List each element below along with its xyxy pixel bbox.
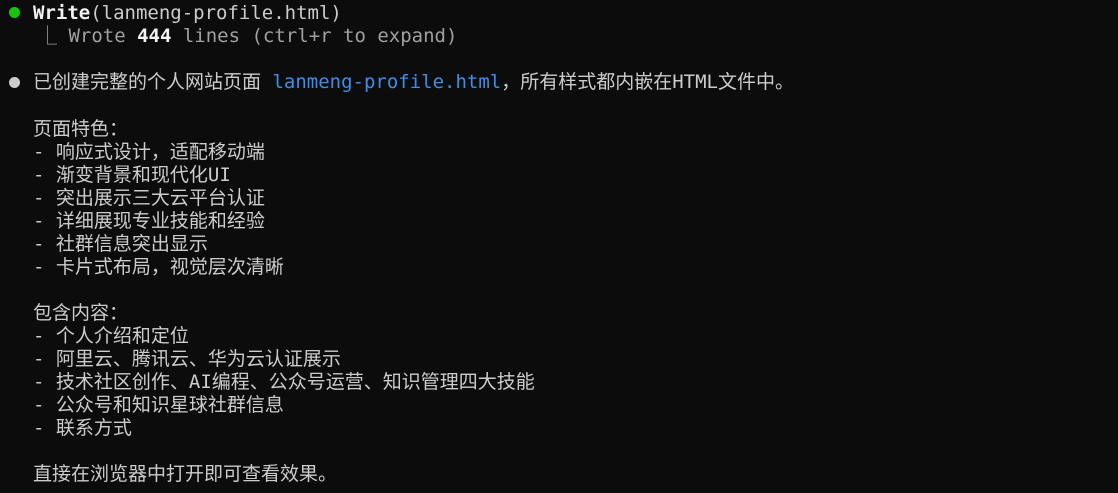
tool-status-dot-icon (9, 7, 20, 18)
tool-result-count: 444 (137, 25, 172, 47)
feature-item: - 社群信息突出显示 (33, 233, 208, 255)
tree-branch-icon: ⎿ (38, 25, 69, 47)
feature-item: - 渐变背景和现代化UI (33, 164, 231, 186)
tool-result-suffix: lines (ctrl+r to expand) (171, 25, 458, 47)
intro-before: 已创建完整的个人网站页面 (33, 71, 273, 93)
content-item: - 公众号和知识星球社群信息 (33, 394, 284, 416)
feature-item: - 卡片式布局，视觉层次清晰 (33, 256, 284, 278)
features-heading: 页面特色： (33, 118, 129, 140)
content-item: - 阿里云、腾讯云、华为云认证展示 (33, 348, 341, 370)
tool-result-text: Wrote (68, 25, 138, 47)
content-item: - 联系方式 (33, 417, 132, 439)
contents-heading: 包含内容： (33, 302, 129, 324)
feature-item: - 响应式设计，适配移动端 (33, 141, 265, 163)
closing-line: 直接在浏览器中打开即可查看效果。 (33, 463, 338, 485)
file-link[interactable]: lanmeng-profile.html (272, 71, 501, 93)
intro-after: ，所有样式都内嵌在HTML文件中。 (501, 71, 794, 93)
feature-item: - 突出展示三大云平台认证 (33, 187, 265, 209)
tool-name: Write (33, 2, 91, 24)
content-item: - 个人介绍和定位 (33, 325, 189, 347)
content-item: - 技术社区创作、AI编程、公众号运营、知识管理四大技能 (33, 371, 535, 393)
message-dot-icon (9, 77, 20, 88)
terminal-output: Write(lanmeng-profile.html) ⎿ Wrote 444 … (0, 0, 1118, 493)
message-intro: 已创建完整的个人网站页面 lanmeng-profile.html，所有样式都内… (33, 71, 794, 94)
feature-item: - 详细展现专业技能和经验 (33, 210, 265, 232)
tool-args: (lanmeng-profile.html) (90, 2, 342, 24)
tool-result-line[interactable]: ⎿ Wrote 444 lines (ctrl+r to expand) (33, 25, 457, 48)
tool-call-line: Write(lanmeng-profile.html) (33, 2, 342, 25)
